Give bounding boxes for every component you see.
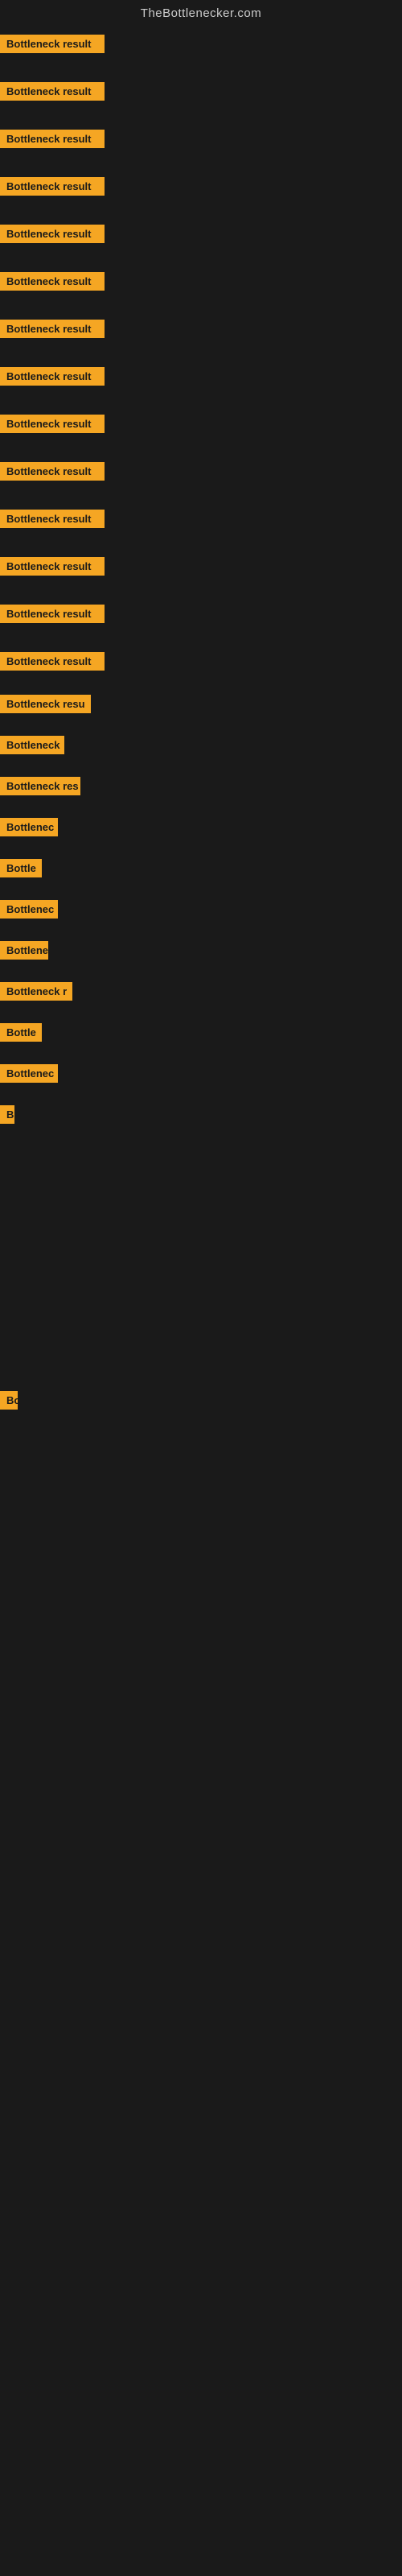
list-item: Bottlenec [0,882,402,923]
list-item: Bottleneck result [0,200,402,248]
list-item: B [0,1088,402,1129]
bottleneck-badge[interactable]: Bottleneck result [0,272,105,291]
bottleneck-badge[interactable]: Bottle [0,1023,42,1042]
list-item: Bottleneck result [0,105,402,153]
list-item: Bottleneck result [0,390,402,438]
bottleneck-badge[interactable]: Bottlenec [0,1064,58,1083]
bottleneck-badge[interactable]: B [0,1105,14,1124]
bottleneck-badge[interactable]: Bottleneck result [0,367,105,386]
bottleneck-badge[interactable]: Bottleneck result [0,82,105,101]
bottleneck-badge[interactable]: Bo [0,1391,18,1410]
bottleneck-badge[interactable]: Bottleneck result [0,177,105,196]
bottleneck-badge[interactable]: Bottleneck result [0,557,105,576]
list-item: Bottleneck result [0,628,402,675]
bottleneck-badge[interactable]: Bottleneck result [0,605,105,623]
page-wrapper: TheBottlenecker.com Bottleneck result Bo… [0,0,402,2142]
site-title: TheBottlenecker.com [141,6,261,20]
list-item: Bottleneck res [0,759,402,800]
list-item: Bottleneck result [0,27,402,58]
bottleneck-badge[interactable]: Bottlenec [0,818,58,836]
bottleneck-badge[interactable]: Bottle [0,859,42,877]
list-item: Bottleneck result [0,295,402,343]
bottleneck-badge[interactable]: Bottleneck result [0,320,105,338]
bottleneck-badge[interactable]: Bottleneck [0,736,64,754]
empty-section-1 [0,1129,402,1386]
bottleneck-list: Bottleneck result Bottleneck result Bott… [0,23,402,2142]
list-item: Bottleneck r [0,964,402,1005]
bottleneck-badge[interactable]: Bottleneck resu [0,695,91,713]
list-item: Bottleneck resu [0,675,402,718]
list-item: Bottleneck result [0,343,402,390]
list-item: Bottle [0,841,402,882]
list-item: Bo [0,1386,402,1414]
list-item: Bottleneck result [0,153,402,200]
bottleneck-badge[interactable]: Bottlenec [0,900,58,919]
bottleneck-badge[interactable]: Bottleneck result [0,225,105,243]
bottleneck-badge[interactable]: Bottleneck result [0,510,105,528]
list-item: Bottleneck result [0,485,402,533]
bottleneck-badge[interactable]: Bottleneck result [0,35,105,53]
bottleneck-badge[interactable]: Bottleneck res [0,777,80,795]
empty-section-2 [0,1414,402,2139]
site-header: TheBottlenecker.com [0,0,402,23]
list-item: Bottleneck result [0,248,402,295]
bottleneck-badge[interactable]: Bottleneck result [0,415,105,433]
list-item: Bottleneck result [0,580,402,628]
list-item: Bottlenec [0,1046,402,1088]
list-item: Bottleneck [0,718,402,759]
bottleneck-badge[interactable]: Bottleneck r [0,982,72,1001]
list-item: Bottle [0,1005,402,1046]
bottleneck-badge[interactable]: Bottleneck result [0,462,105,481]
bottleneck-badge[interactable]: Bottleneck result [0,652,105,671]
list-item: Bottleneck result [0,438,402,485]
list-item: Bottleneck result [0,58,402,105]
list-item: Bottlenec [0,800,402,841]
bottleneck-badge[interactable]: Bottleneck result [0,130,105,148]
bottleneck-badge[interactable]: Bottlene [0,941,48,960]
list-item: Bottleneck result [0,533,402,580]
list-item: Bottlene [0,923,402,964]
